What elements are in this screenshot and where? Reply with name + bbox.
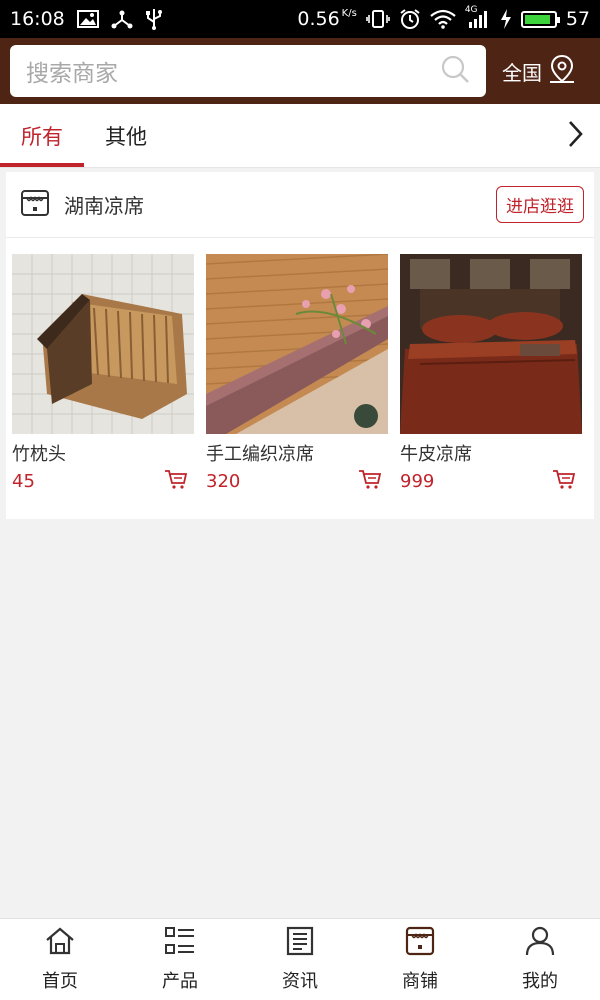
product-price: 45 bbox=[12, 470, 35, 492]
search-icon[interactable] bbox=[440, 54, 470, 88]
product-list: 竹枕头 45 手工编织凉席 320 牛皮凉席 999 bbox=[6, 238, 594, 494]
chevron-right-icon bbox=[565, 119, 585, 153]
alarm-icon bbox=[399, 8, 421, 30]
product-image-leather-mat[interactable] bbox=[400, 254, 582, 434]
tab-label: 其他 bbox=[105, 124, 147, 149]
vibrate-icon bbox=[366, 9, 390, 29]
usb-icon bbox=[145, 8, 163, 30]
store-card: 湖南凉席 进店逛逛 竹枕头 45 手工编织凉席 320 牛皮凉席 999 bbox=[6, 172, 594, 519]
product-name: 手工编织凉席 bbox=[206, 444, 314, 465]
status-time: 16:08 bbox=[10, 8, 65, 30]
search-box[interactable]: 搜索商家 bbox=[10, 45, 486, 97]
store-header: 湖南凉席 进店逛逛 bbox=[6, 172, 594, 238]
net-speed: 0.56 bbox=[297, 8, 340, 30]
battery-percent: 57 bbox=[565, 8, 590, 30]
net-unit: K/s bbox=[341, 8, 357, 19]
battery-icon bbox=[520, 10, 560, 28]
category-tabs: 所有 其他 bbox=[0, 104, 600, 168]
signal-icon: 4G bbox=[465, 5, 491, 29]
visit-store-button[interactable]: 进店逛逛 bbox=[496, 186, 584, 223]
product-card[interactable]: 手工编织凉席 320 bbox=[206, 254, 388, 494]
cart-icon[interactable] bbox=[358, 468, 382, 494]
product-image-woven-mat[interactable] bbox=[206, 254, 388, 434]
header: 搜索商家 全国 bbox=[0, 38, 600, 104]
network-type: 4G bbox=[464, 5, 478, 15]
search-input[interactable]: 搜索商家 bbox=[26, 54, 440, 88]
store-icon bbox=[404, 926, 436, 961]
bottom-nav: 首页 产品 资讯 商铺 我的 bbox=[0, 918, 600, 1000]
product-price: 999 bbox=[400, 470, 435, 492]
battery-fill bbox=[524, 14, 550, 24]
nav-home[interactable]: 首页 bbox=[0, 919, 120, 1000]
nav-label: 首页 bbox=[42, 971, 78, 992]
nav-label: 资讯 bbox=[282, 971, 318, 992]
nav-store[interactable]: 商铺 bbox=[360, 919, 480, 1000]
nav-news[interactable]: 资讯 bbox=[240, 919, 360, 1000]
user-icon bbox=[524, 926, 556, 961]
cart-icon[interactable] bbox=[164, 468, 188, 494]
region-selector[interactable]: 全国 bbox=[502, 54, 576, 89]
nav-mine[interactable]: 我的 bbox=[480, 919, 600, 1000]
store-name[interactable]: 湖南凉席 bbox=[64, 190, 144, 219]
share-icon bbox=[111, 9, 133, 29]
region-label: 全国 bbox=[502, 60, 542, 85]
product-price: 320 bbox=[206, 470, 241, 492]
charging-icon bbox=[500, 9, 512, 29]
product-name: 竹枕头 bbox=[12, 444, 66, 465]
nav-products[interactable]: 产品 bbox=[120, 919, 240, 1000]
tabs-more-button[interactable] bbox=[550, 104, 600, 167]
tab-other[interactable]: 其他 bbox=[84, 104, 168, 167]
product-card[interactable]: 牛皮凉席 999 bbox=[400, 254, 582, 494]
product-card[interactable]: 竹枕头 45 bbox=[12, 254, 194, 494]
store-icon bbox=[20, 188, 50, 222]
location-icon bbox=[548, 54, 576, 89]
cart-icon[interactable] bbox=[552, 468, 576, 494]
list-icon bbox=[164, 926, 196, 961]
wifi-icon bbox=[430, 9, 456, 29]
image-icon bbox=[76, 10, 99, 28]
tab-label: 所有 bbox=[21, 124, 63, 149]
nav-label: 商铺 bbox=[402, 971, 438, 992]
tab-all[interactable]: 所有 bbox=[0, 104, 84, 167]
product-image-bamboo-pillow[interactable] bbox=[12, 254, 194, 434]
status-bar: 16:08 0.56 K/s 4G 57 bbox=[0, 0, 600, 38]
product-name: 牛皮凉席 bbox=[400, 444, 472, 465]
nav-label: 我的 bbox=[522, 971, 558, 992]
nav-label: 产品 bbox=[162, 971, 198, 992]
home-icon bbox=[44, 926, 76, 961]
news-icon bbox=[284, 926, 316, 961]
